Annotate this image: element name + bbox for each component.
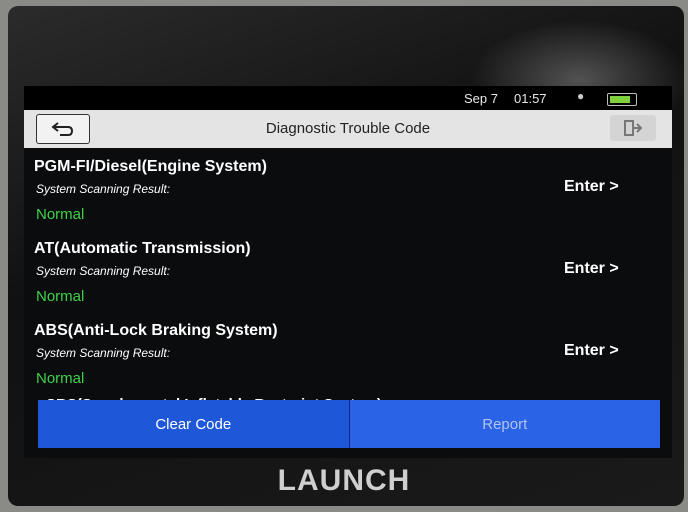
system-name: ABS(Anti-Lock Braking System) (34, 322, 278, 339)
result-label: System Scanning Result: (36, 182, 171, 196)
enter-button[interactable]: Enter > (564, 260, 619, 278)
system-name: PGM-FI/Diesel(Engine System) (34, 158, 267, 175)
battery-icon (607, 93, 637, 106)
clear-code-button[interactable]: Clear Code (38, 400, 350, 448)
result-label: System Scanning Result: (36, 346, 171, 360)
system-list: PGM-FI/Diesel(Engine System) System Scan… (24, 148, 672, 398)
status-text: Normal (36, 370, 85, 387)
status-text: Normal (36, 206, 85, 223)
enter-button[interactable]: Enter > (564, 342, 619, 360)
brand-logo: LAUNCH (277, 464, 411, 497)
enter-button[interactable]: Enter > (564, 178, 619, 196)
title-bar: Diagnostic Trouble Code (24, 110, 672, 148)
page-title: Diagnostic Trouble Code (265, 120, 431, 137)
action-bar: Clear Code Report (38, 400, 660, 448)
result-label: System Scanning Result: (36, 264, 171, 278)
exit-icon (624, 120, 643, 136)
report-button[interactable]: Report (349, 400, 660, 448)
status-time: 01:57 (514, 91, 547, 106)
wifi-icon: ● (577, 89, 585, 103)
system-item-abs: ABS(Anti-Lock Braking System) System Sca… (24, 312, 672, 394)
status-text: Normal (36, 288, 85, 305)
device-screen: Sep 7 01:57 ● Diagnostic Trouble Code PG… (24, 86, 672, 458)
status-bar: Sep 7 01:57 ● (24, 86, 672, 110)
system-item-transmission: AT(Automatic Transmission) System Scanni… (24, 230, 672, 312)
system-name: AT(Automatic Transmission) (34, 240, 251, 257)
system-item-engine: PGM-FI/Diesel(Engine System) System Scan… (24, 148, 672, 230)
status-date: Sep 7 (464, 91, 498, 106)
exit-button[interactable] (610, 115, 656, 141)
